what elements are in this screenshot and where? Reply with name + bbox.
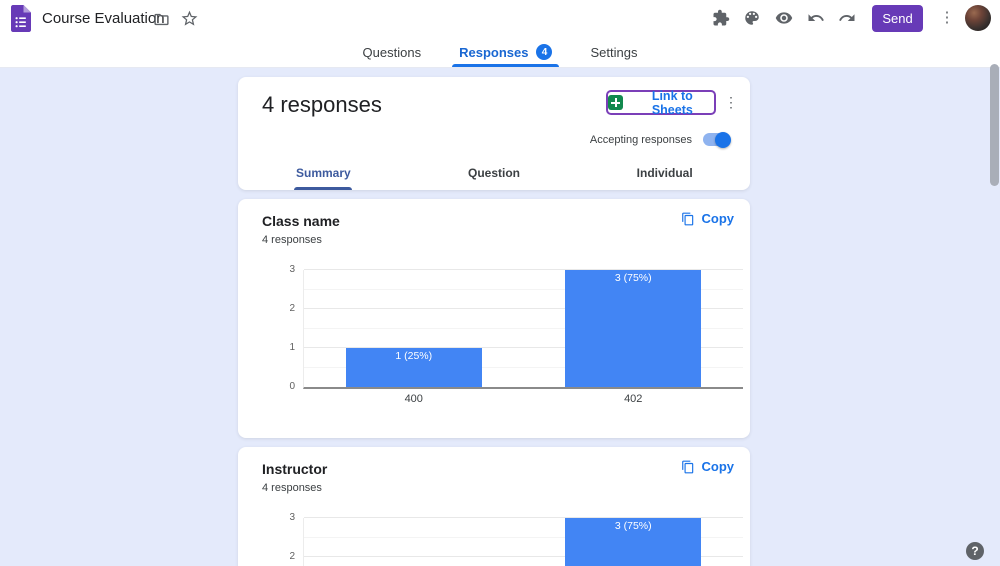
accepting-responses-row: Accepting responses: [590, 133, 730, 146]
subtab-summary[interactable]: Summary: [238, 156, 409, 190]
toggle-knob: [715, 132, 731, 148]
copy-chart-button[interactable]: Copy: [681, 459, 735, 474]
undo-icon[interactable]: [804, 6, 828, 30]
copy-chart-button[interactable]: Copy: [681, 211, 735, 226]
help-icon[interactable]: ?: [966, 542, 984, 560]
y-tick-label: 0: [289, 381, 295, 392]
copy-icon: [681, 460, 695, 474]
responses-more-options-icon[interactable]: ⋮: [723, 90, 739, 114]
add-ons-icon[interactable]: [709, 6, 733, 30]
responses-count-title: 4 responses: [262, 92, 382, 118]
tab-settings[interactable]: Settings: [588, 37, 639, 67]
google-sheets-icon: [608, 95, 623, 110]
responses-count-badge: 4: [536, 44, 552, 60]
bar-slot-1: 3 (75%): [565, 518, 701, 566]
vertical-scrollbar-thumb[interactable]: [990, 64, 999, 186]
y-tick-label: 2: [289, 303, 295, 314]
move-to-folder-icon[interactable]: [149, 7, 173, 31]
bar-value-label: 3 (75%): [565, 272, 701, 284]
subtab-question[interactable]: Question: [409, 156, 580, 190]
form-title[interactable]: Course Evaluation: [42, 0, 165, 37]
y-tick-label: 3: [289, 512, 295, 523]
copy-icon: [681, 212, 695, 226]
top-app-bar: Course Evaluation Send ⋮: [0, 0, 1000, 37]
bar-value-label: 3 (75%): [565, 520, 701, 532]
y-tick-label: 1: [289, 342, 295, 353]
question-response-count: 4 responses: [262, 234, 322, 246]
tab-questions[interactable]: Questions: [361, 37, 424, 67]
tab-responses[interactable]: Responses 4: [457, 37, 554, 67]
star-icon[interactable]: [177, 6, 201, 30]
bar-chart-class-name: 01231 (25%)4003 (75%)402: [303, 270, 743, 389]
subtab-individual[interactable]: Individual: [579, 156, 750, 190]
y-tick-label: 2: [289, 551, 295, 562]
question-card-instructor: Instructor 4 responses Copy 01233 (75%): [238, 447, 750, 566]
preview-icon[interactable]: [772, 6, 796, 30]
responses-summary-card: 4 responses Link to Sheets ⋮ Accepting r…: [238, 77, 750, 190]
question-response-count: 4 responses: [262, 482, 322, 494]
bar-value-label: 1 (25%): [346, 350, 482, 362]
link-to-sheets-button[interactable]: Link to Sheets: [608, 89, 714, 117]
account-avatar[interactable]: [965, 5, 991, 31]
bar-400: 1 (25%): [346, 348, 482, 387]
y-tick-label: 3: [289, 264, 295, 275]
bar-chart-instructor: 01233 (75%): [303, 518, 743, 566]
google-forms-logo-icon[interactable]: [11, 5, 31, 32]
x-axis-label: 402: [524, 393, 744, 405]
send-button[interactable]: Send: [872, 5, 923, 32]
form-tab-bar: Questions Responses 4 Settings: [0, 37, 1000, 68]
accepting-responses-label: Accepting responses: [590, 134, 692, 146]
question-card-class-name: Class name 4 responses Copy 01231 (25%)4…: [238, 199, 750, 438]
question-title: Instructor: [262, 461, 327, 477]
more-options-icon[interactable]: ⋮: [939, 6, 955, 30]
link-to-sheets-highlight: Link to Sheets: [606, 90, 716, 115]
question-title: Class name: [262, 213, 340, 229]
x-axis-label: 400: [304, 393, 524, 405]
accepting-responses-toggle[interactable]: [703, 133, 730, 146]
customize-theme-icon[interactable]: [740, 6, 764, 30]
bar-402: 3 (75%): [565, 270, 701, 387]
summary-view-tabs: Summary Question Individual: [238, 156, 750, 190]
redo-icon[interactable]: [835, 6, 859, 30]
